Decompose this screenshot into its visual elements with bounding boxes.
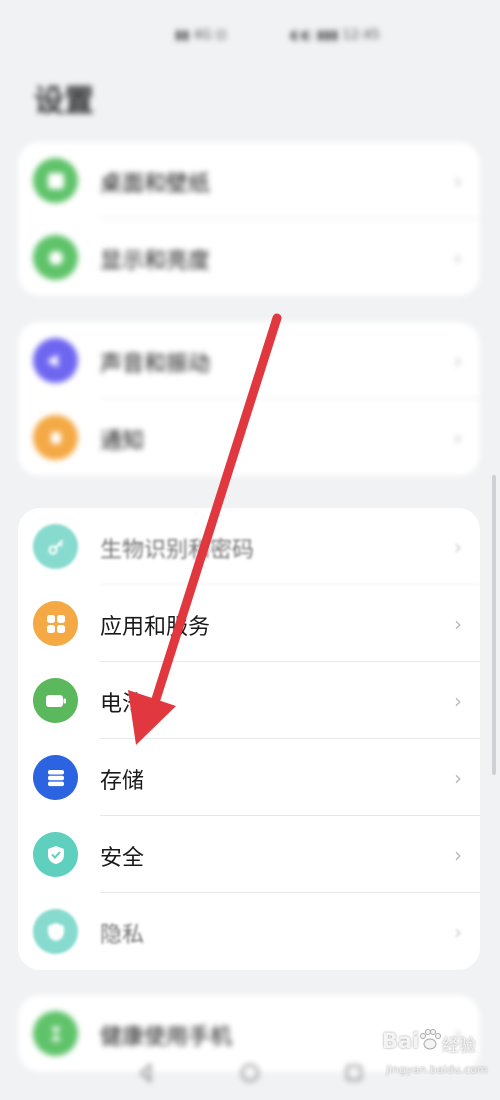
settings-item-label: 隐私 xyxy=(100,923,145,948)
scrollbar[interactable] xyxy=(492,475,496,775)
notification-icon xyxy=(33,415,78,460)
settings-group-sound: 声音和振动 › 通知 › xyxy=(18,322,480,476)
chevron-right-icon: › xyxy=(454,612,462,636)
sound-icon xyxy=(33,338,78,383)
chevron-right-icon: › xyxy=(454,426,462,450)
chevron-right-icon: › xyxy=(454,169,462,193)
settings-item-label: 桌面和壁纸 xyxy=(100,172,211,197)
settings-item-security[interactable]: 安全 › xyxy=(18,816,480,893)
settings-item-label: 显示和亮度 xyxy=(100,249,211,274)
chevron-right-icon: › xyxy=(454,246,462,270)
chevron-right-icon: › xyxy=(454,843,462,867)
settings-item-label: 声音和振动 xyxy=(100,352,211,377)
chevron-right-icon: › xyxy=(454,689,462,713)
settings-group-display: 桌面和壁纸 › 显示和亮度 › xyxy=(18,142,480,296)
settings-item-label: 生物识别和密码 xyxy=(100,538,255,563)
storage-icon xyxy=(33,755,78,800)
key-icon xyxy=(33,524,78,569)
recents-icon[interactable] xyxy=(343,1062,365,1084)
back-icon[interactable] xyxy=(135,1062,157,1084)
apps-grid-icon xyxy=(33,601,78,646)
settings-item-label: 健康使用手机 xyxy=(100,1025,233,1050)
settings-item-label: 应用和服务 xyxy=(100,615,211,640)
settings-item-label: 存储 xyxy=(100,769,145,794)
settings-item-label: 安全 xyxy=(100,846,145,871)
shield-icon xyxy=(33,832,78,877)
watermark-domain: jingyan.baidu.com xyxy=(386,1063,488,1076)
privacy-shield-icon xyxy=(33,909,78,954)
settings-item-notifications[interactable]: 通知 › xyxy=(18,399,480,476)
settings-item-desktop-wallpaper[interactable]: 桌面和壁纸 › xyxy=(18,142,480,219)
chevron-right-icon: › xyxy=(454,920,462,944)
page-title: 设置 xyxy=(34,84,94,119)
settings-group-system: 生物识别和密码 › 应用和服务 › 电池 › 存储 › 安全 › 隐私 › xyxy=(18,508,480,970)
settings-item-label: 通知 xyxy=(100,429,145,454)
status-icons-clock: ◐◐ ▮▮▮ 12:45 xyxy=(290,28,380,43)
chevron-right-icon: › xyxy=(454,349,462,373)
settings-item-display-brightness[interactable]: 显示和亮度 › xyxy=(18,219,480,296)
settings-item-sound-vibration[interactable]: 声音和振动 › xyxy=(18,322,480,399)
settings-item-biometrics-password[interactable]: 生物识别和密码 › xyxy=(18,508,480,585)
display-brightness-icon xyxy=(33,235,78,280)
baidu-jingyan-watermark: Bai 经验 jingyan.baidu.com xyxy=(380,1025,490,1085)
settings-item-label: 电池 xyxy=(100,692,145,717)
chevron-right-icon: › xyxy=(454,535,462,559)
paw-logo-icon xyxy=(420,1029,441,1050)
settings-item-apps-services[interactable]: 应用和服务 › xyxy=(18,585,480,662)
signal-indicator: ▮▮ 4G ⊡ xyxy=(175,28,227,43)
watermark-brand: Bai xyxy=(382,1029,420,1053)
wallpaper-icon xyxy=(33,158,78,203)
home-icon[interactable] xyxy=(239,1062,261,1084)
settings-item-battery[interactable]: 电池 › xyxy=(18,662,480,739)
status-bar: ▮▮ 4G ⊡ ◐◐ ▮▮▮ 12:45 xyxy=(0,26,500,50)
battery-icon xyxy=(33,678,78,723)
chevron-right-icon: › xyxy=(454,766,462,790)
settings-item-storage[interactable]: 存储 › xyxy=(18,739,480,816)
settings-item-privacy[interactable]: 隐私 › xyxy=(18,893,480,970)
watermark-product: 经验 xyxy=(442,1036,476,1056)
